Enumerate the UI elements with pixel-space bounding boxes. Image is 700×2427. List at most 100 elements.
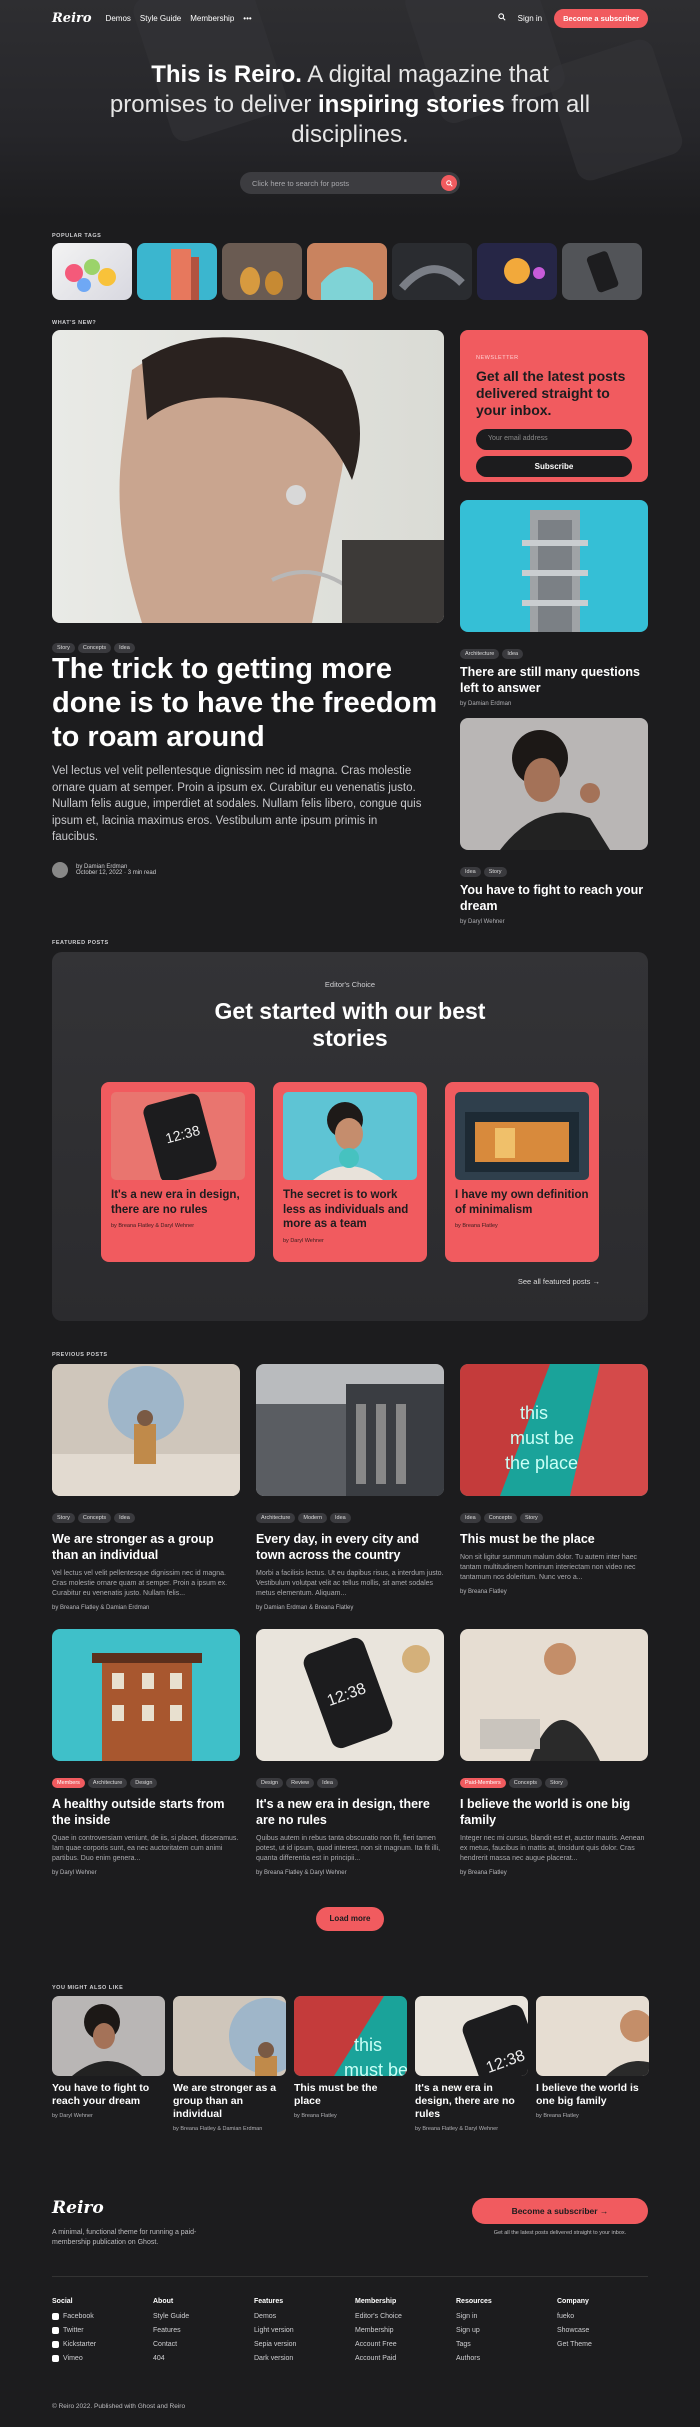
footer-link[interactable]: Account Free [355, 2341, 450, 2348]
tag-image[interactable] [137, 243, 217, 300]
post-image[interactable] [52, 1996, 165, 2076]
post-title[interactable]: This must be the place [460, 1531, 648, 1547]
post-image[interactable]: thismust bethe place [294, 1996, 407, 2076]
post-image[interactable]: thismust bethe place [460, 1364, 648, 1496]
site-logo[interactable]: Reiro [52, 11, 92, 26]
post-image[interactable]: 12:38 [111, 1092, 245, 1180]
post-author[interactable]: by Breana Flatley & Damian Erdman [52, 1605, 240, 1611]
post-card[interactable]: Paid-Members Concepts Story I believe the … [460, 1629, 648, 1876]
post-title[interactable]: It's a new era in design, there are no r… [111, 1188, 245, 1217]
nav-link-membership[interactable]: Membership [190, 14, 234, 23]
post-author[interactable]: by Breana Flatley & Damian Erdman [173, 2126, 286, 2132]
tag-chip[interactable]: Design [256, 1778, 284, 1788]
post-card[interactable]: this must be the place Idea Concepts Story T… [460, 1364, 648, 1595]
newsletter-subscribe-button[interactable]: Subscribe [476, 456, 632, 477]
post-title[interactable]: A healthy outside starts from the inside [52, 1796, 240, 1828]
post-card[interactable]: Members Architecture Design A healthy outs… [52, 1629, 240, 1876]
featured-post-image[interactable] [52, 330, 444, 623]
related-post-card[interactable]: We are stronger as a group than an indiv… [173, 1996, 286, 2132]
footer-link[interactable]: Light version [254, 2327, 349, 2334]
footer-subscribe-button[interactable]: Become a subscriber → [472, 2198, 648, 2224]
post-author[interactable]: by Breana Flatley & Daryl Wehner [256, 1870, 444, 1876]
footer-link[interactable]: Showcase [557, 2327, 652, 2334]
footer-link[interactable]: fueko [557, 2313, 652, 2320]
footer-link[interactable]: Dark version [254, 2355, 349, 2362]
post-title[interactable]: There are still many questions left to a… [460, 664, 648, 696]
tag-image[interactable] [562, 243, 642, 300]
post-title[interactable]: You have to fight to reach your dream [460, 882, 648, 914]
tag-chip[interactable]: Story [519, 1513, 543, 1523]
footer-link[interactable]: 404 [153, 2355, 248, 2362]
post-title[interactable]: We are stronger as a group than an indiv… [173, 2082, 286, 2121]
related-post-card[interactable]: You have to fight to reach your dream by… [52, 1996, 165, 2119]
footer-link[interactable]: Vimeo [52, 2355, 147, 2362]
post-title[interactable]: It's a new era in design, there are no r… [415, 2082, 528, 2121]
footer-link[interactable]: Sepia version [254, 2341, 349, 2348]
post-author[interactable]: by Breana Flatley & Daryl Wehner [415, 2126, 528, 2132]
post-title[interactable]: This must be the place [294, 2082, 407, 2108]
tag-chip[interactable]: Modern [298, 1513, 328, 1523]
post-image[interactable] [455, 1092, 589, 1180]
post-image[interactable]: 12:38 [415, 1996, 528, 2076]
post-image[interactable] [536, 1996, 649, 2076]
post-title[interactable]: You have to fight to reach your dream [52, 2082, 165, 2108]
post-title[interactable]: Every day, in every city and town across… [256, 1531, 444, 1563]
footer-link[interactable]: Style Guide [153, 2313, 248, 2320]
footer-link[interactable]: Tags [456, 2341, 551, 2348]
post-title[interactable]: The secret is to work less as individual… [283, 1188, 417, 1232]
load-more-button[interactable]: Load more [316, 1907, 384, 1931]
post-card[interactable]: 12:38 Design Review Idea It's a new era in… [256, 1629, 444, 1876]
tag-chip[interactable]: Architecture [256, 1513, 296, 1523]
featured-card[interactable]: The secret is to work less as individual… [273, 1082, 427, 1262]
post-image[interactable] [52, 1629, 240, 1761]
featured-card[interactable]: I have my own definition of minimalism b… [445, 1082, 599, 1262]
tag-chip[interactable]: Review [286, 1778, 315, 1788]
tag-image[interactable] [52, 243, 132, 300]
post-image[interactable] [460, 1629, 648, 1761]
post-image[interactable] [52, 1364, 240, 1496]
post-image[interactable] [256, 1364, 444, 1496]
post-title[interactable]: We are stronger as a group than an indiv… [52, 1531, 240, 1563]
post-author[interactable]: by Breana Flatley [460, 1870, 648, 1876]
tag-image[interactable] [477, 243, 557, 300]
post-card[interactable]: Architecture Modern Idea Every day, in eve… [256, 1364, 444, 1611]
tag-chip[interactable]: Concepts [508, 1778, 543, 1788]
featured-post-title[interactable]: The trick to getting more done is to hav… [52, 652, 444, 754]
see-all-featured-link[interactable]: See all featured posts → [518, 1277, 600, 1286]
footer-link[interactable]: Account Paid [355, 2355, 450, 2362]
footer-link[interactable]: Facebook [52, 2313, 147, 2320]
post-author[interactable]: by Damian Erdman & Breana Flatley [256, 1605, 444, 1611]
footer-link[interactable]: Get Theme [557, 2341, 652, 2348]
footer-link[interactable]: Contact [153, 2341, 248, 2348]
sign-in-link[interactable]: Sign in [518, 14, 542, 23]
footer-logo[interactable]: Reiro [52, 2198, 104, 2218]
footer-link[interactable]: Sign up [456, 2327, 551, 2334]
tag-image[interactable] [392, 243, 472, 300]
footer-link[interactable]: Kickstarter [52, 2341, 147, 2348]
tag-chip[interactable]: Story [545, 1778, 568, 1788]
post-title[interactable]: I have my own definition of minimalism [455, 1188, 589, 1217]
related-post-card[interactable]: 12:38 It's a new era in design, there ar… [415, 1996, 528, 2132]
tag-chip[interactable]: Idea [317, 1778, 338, 1788]
email-field[interactable]: Your email address [476, 429, 632, 450]
search-button[interactable] [441, 175, 457, 191]
tag-chip[interactable]: Design [130, 1778, 158, 1788]
nav-link-demos[interactable]: Demos [106, 14, 131, 23]
more-menu-icon[interactable]: ••• [243, 14, 251, 23]
tag-chip[interactable]: Idea [330, 1513, 351, 1523]
post-author[interactable]: by Daryl Wehner [52, 2113, 165, 2119]
post-card[interactable]: Story Concepts Idea We are stronger as a g… [52, 1364, 240, 1611]
search-input[interactable]: Click here to search for posts [240, 172, 460, 194]
tag-image[interactable] [222, 243, 302, 300]
featured-card[interactable]: 12:38 It's a new era in design, there ar… [101, 1082, 255, 1262]
search-icon[interactable] [497, 13, 506, 23]
tag-chip[interactable]: Idea [114, 1513, 135, 1523]
footer-link[interactable]: Features [153, 2327, 248, 2334]
tag-chip[interactable]: Paid-Members [460, 1778, 506, 1788]
related-post-card[interactable]: thismust bethe place This must be the pl… [294, 1996, 407, 2119]
footer-link[interactable]: Authors [456, 2355, 551, 2362]
tag-chip[interactable]: Story [52, 1513, 75, 1523]
post-author[interactable]: by Breana Flatley [536, 2113, 649, 2119]
subscribe-button[interactable]: Become a subscriber [554, 8, 648, 28]
post-author[interactable]: by Daryl Wehner [52, 1870, 240, 1876]
